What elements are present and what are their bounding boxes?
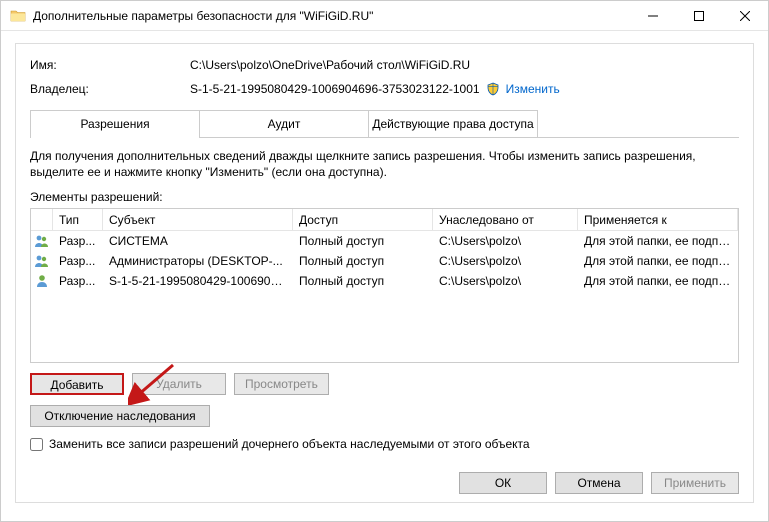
view-button: Просмотреть	[234, 373, 329, 395]
shield-icon	[486, 82, 500, 96]
col-access[interactable]: Доступ	[293, 209, 433, 230]
list-label: Элементы разрешений:	[30, 190, 739, 204]
description-text: Для получения дополнительных сведений дв…	[30, 148, 739, 180]
table-row[interactable]: Разр... S-1-5-21-1995080429-1006904... П…	[31, 271, 738, 291]
name-value: C:\Users\polzo\OneDrive\Рабочий стол\WiF…	[190, 58, 739, 72]
cancel-button[interactable]: Отмена	[555, 472, 643, 494]
col-inherited[interactable]: Унаследовано от	[433, 209, 578, 230]
add-button[interactable]: Добавить	[30, 373, 124, 395]
user-icon	[31, 273, 53, 289]
window-title: Дополнительные параметры безопасности дл…	[33, 9, 630, 23]
window-controls	[630, 1, 768, 31]
table-row[interactable]: Разр... Администраторы (DESKTOP-... Полн…	[31, 251, 738, 271]
close-button[interactable]	[722, 1, 768, 31]
ok-button[interactable]: ОК	[459, 472, 547, 494]
user-group-icon	[31, 253, 53, 269]
owner-label: Владелец:	[30, 82, 190, 96]
folder-icon	[10, 8, 26, 24]
disable-inheritance-button[interactable]: Отключение наследования	[30, 405, 210, 427]
maximize-button[interactable]	[676, 1, 722, 31]
owner-value: S-1-5-21-1995080429-1006904696-375302312…	[190, 82, 480, 96]
tab-effective-access[interactable]: Действующие права доступа	[368, 110, 538, 137]
change-owner-link[interactable]: Изменить	[506, 82, 560, 96]
replace-children-checkbox[interactable]	[30, 438, 43, 451]
minimize-button[interactable]	[630, 1, 676, 31]
titlebar: Дополнительные параметры безопасности дл…	[1, 1, 768, 31]
table-row[interactable]: Разр... СИСТЕМА Полный доступ C:\Users\p…	[31, 231, 738, 251]
replace-children-label: Заменить все записи разрешений дочернего…	[49, 437, 530, 451]
tab-permissions[interactable]: Разрешения	[30, 110, 200, 137]
apply-button: Применить	[651, 472, 739, 494]
col-applies[interactable]: Применяется к	[578, 209, 738, 230]
tab-audit[interactable]: Аудит	[199, 110, 369, 137]
user-group-icon	[31, 233, 53, 249]
dialog-footer: ОК Отмена Применить	[30, 472, 739, 494]
col-subject[interactable]: Субъект	[103, 209, 293, 230]
name-row: Имя: C:\Users\polzo\OneDrive\Рабочий сто…	[30, 58, 739, 72]
col-type[interactable]: Тип	[53, 209, 103, 230]
owner-row: Владелец: S-1-5-21-1995080429-1006904696…	[30, 82, 739, 96]
permissions-list[interactable]: Тип Субъект Доступ Унаследовано от Приме…	[30, 208, 739, 363]
remove-button: Удалить	[132, 373, 226, 395]
list-header: Тип Субъект Доступ Унаследовано от Приме…	[31, 209, 738, 231]
name-label: Имя:	[30, 58, 190, 72]
tab-bar: Разрешения Аудит Действующие права досту…	[30, 110, 739, 138]
